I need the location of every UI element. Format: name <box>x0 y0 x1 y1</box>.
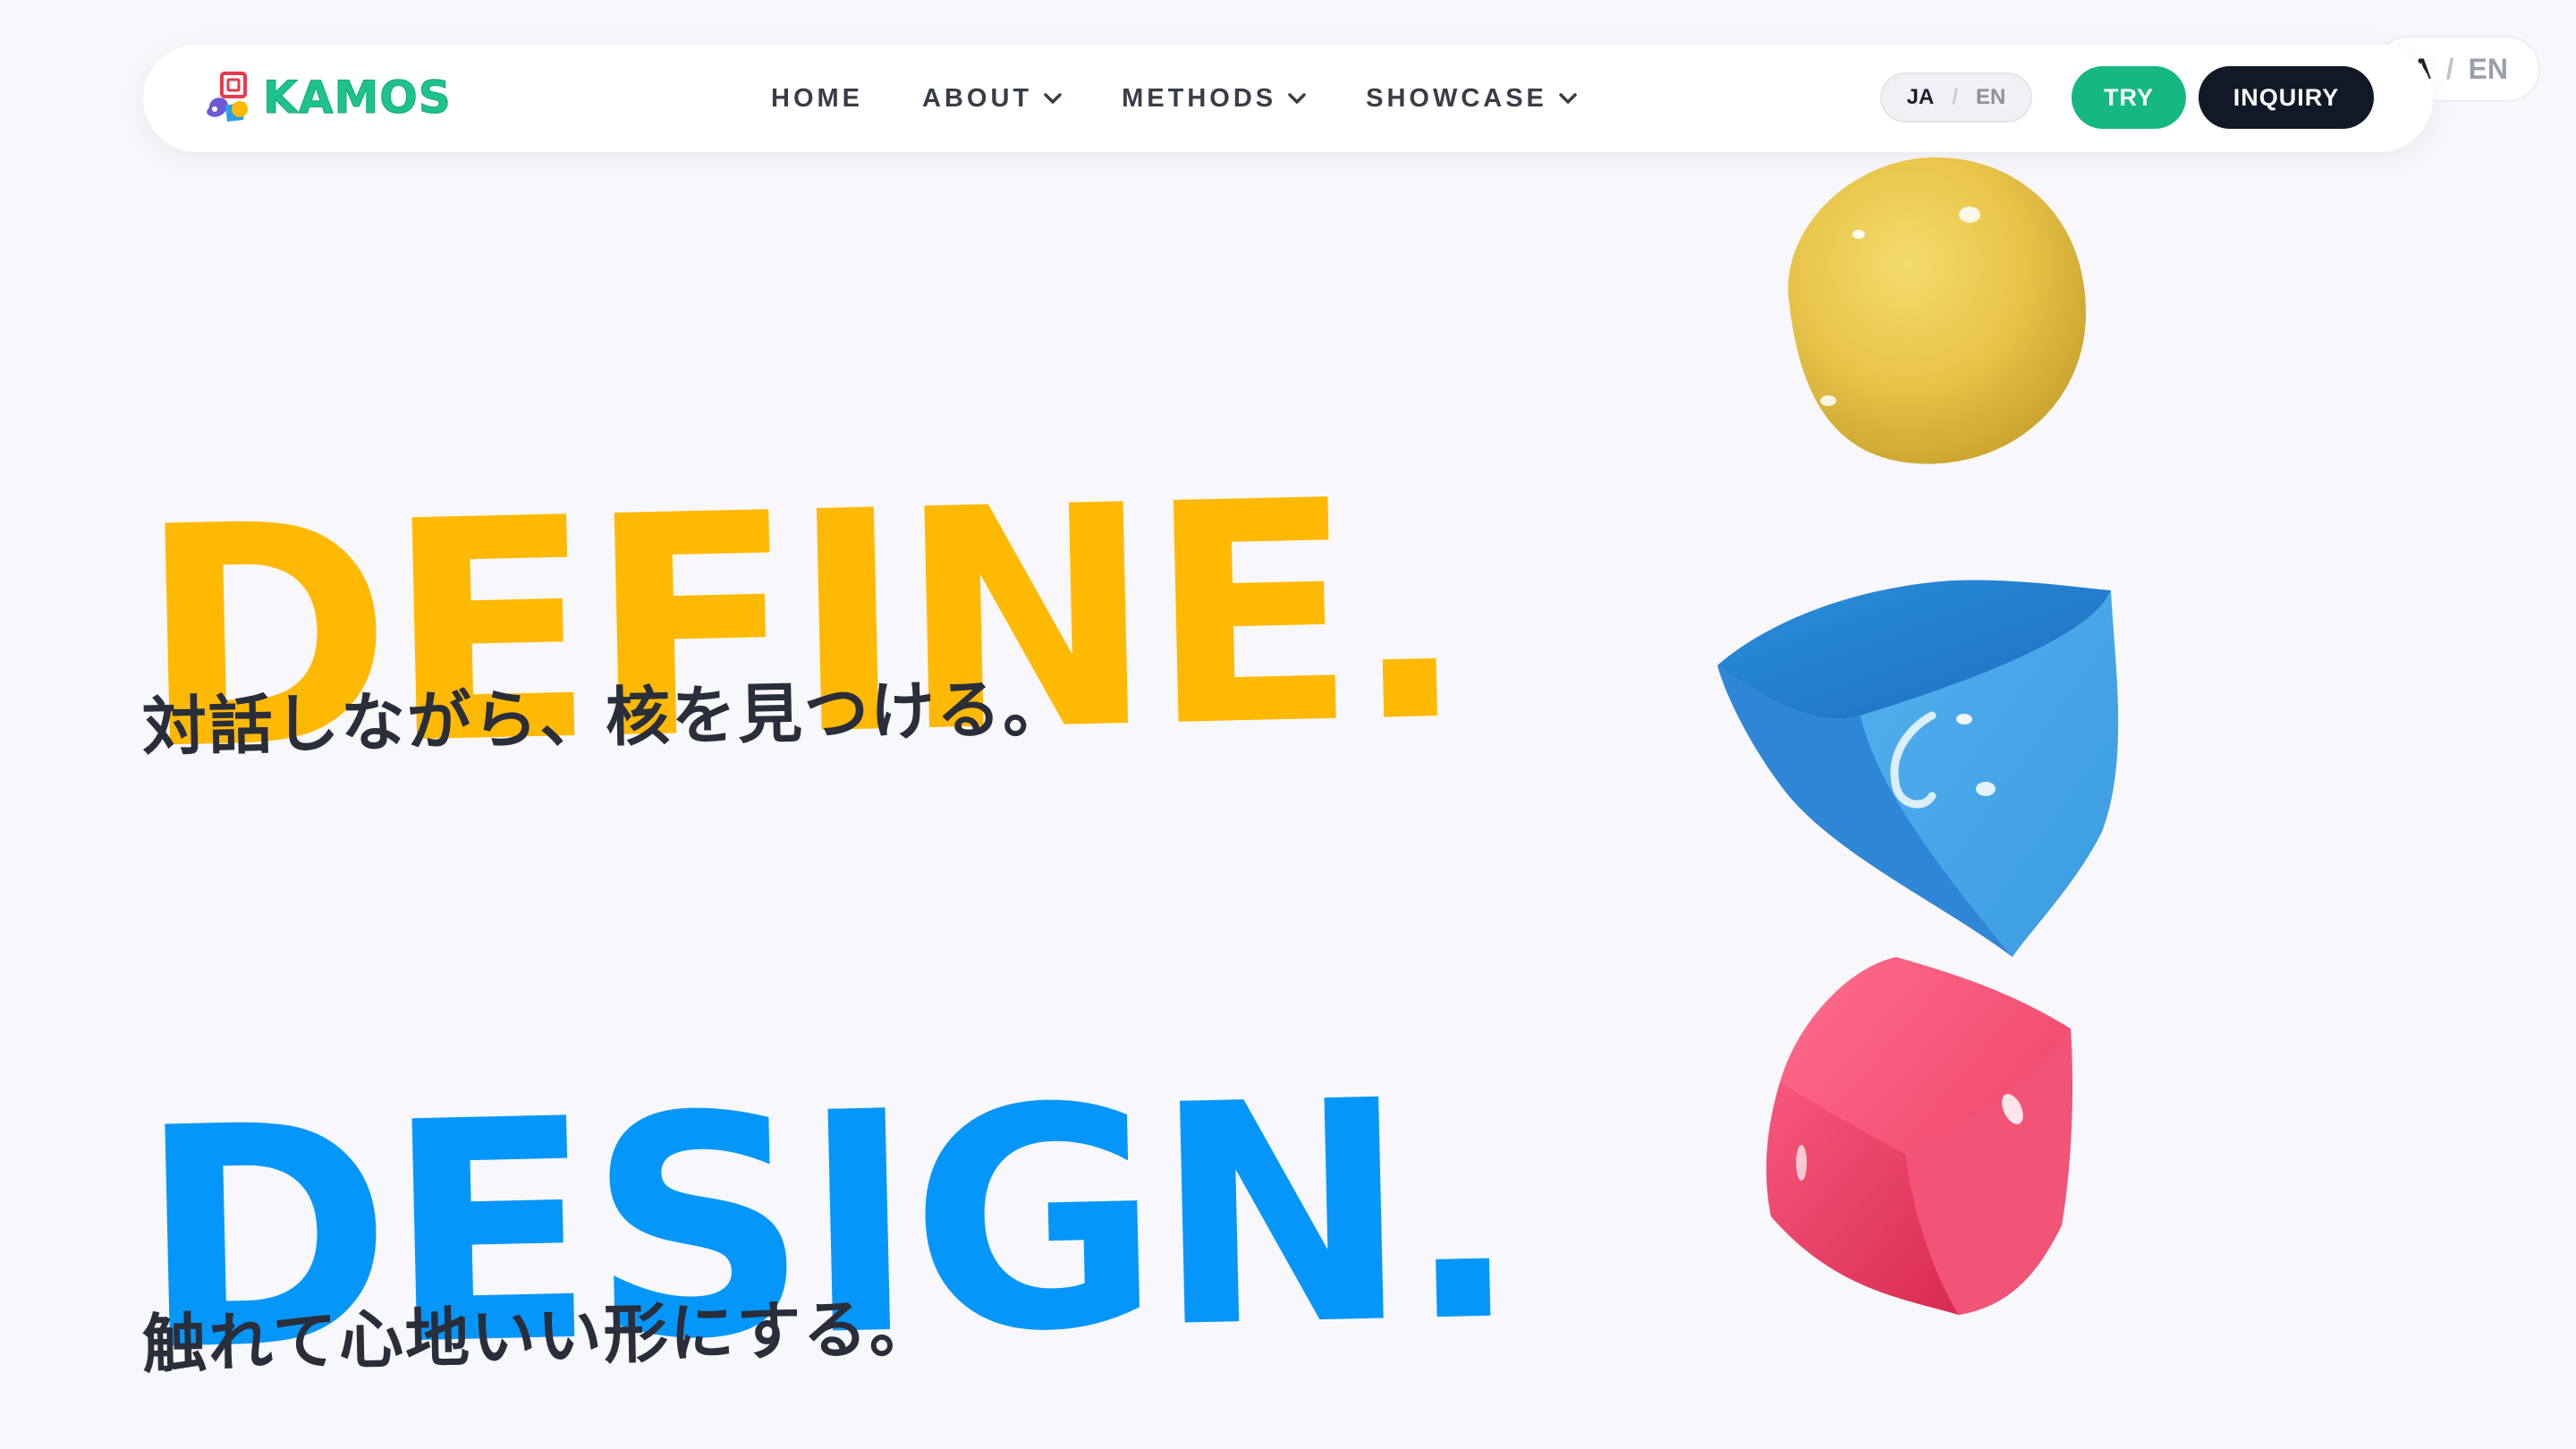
yellow-blob-shape <box>1788 157 2087 464</box>
lang-separator: / <box>1952 85 1958 109</box>
chevron-down-icon <box>1044 93 1062 104</box>
floating-lang-en[interactable]: EN <box>2469 53 2508 86</box>
main-nav: HOME ABOUT METHODS SHOWCASE <box>771 45 1637 152</box>
nav-showcase[interactable]: SHOWCASE <box>1366 84 1578 114</box>
try-button[interactable]: TRY <box>2072 66 2186 129</box>
nav-home[interactable]: HOME <box>771 84 863 114</box>
pink-cube-shape <box>1766 957 2072 1315</box>
floating-lang-separator: / <box>2445 52 2454 85</box>
lang-ja[interactable]: JA <box>1907 85 1935 110</box>
site-logo[interactable]: KAMOS <box>200 70 452 125</box>
nav-showcase-label: SHOWCASE <box>1366 83 1547 113</box>
design-subtitle: 触れて心地いい形にする。 <box>141 1290 936 1383</box>
kamos-logo-icon <box>207 72 248 122</box>
blue-cube-shape <box>1717 580 2119 957</box>
language-toggle[interactable]: JA / EN <box>1880 72 2032 123</box>
top-navbar: KAMOS HOME ABOUT METHODS SHOWCASE JA / E… <box>143 45 2433 152</box>
inquiry-button[interactable]: INQUIRY <box>2199 66 2374 129</box>
nav-methods-label: METHODS <box>1122 83 1277 113</box>
nav-about-label: ABOUT <box>922 83 1033 113</box>
nav-methods[interactable]: METHODS <box>1122 84 1307 114</box>
logo-wordmark: KAMOS <box>263 72 452 124</box>
chevron-down-icon <box>1559 93 1577 104</box>
define-subtitle: 対話しながら、核を見つける。 <box>141 670 1070 766</box>
nav-about[interactable]: ABOUT <box>922 84 1063 114</box>
nav-home-label: HOME <box>771 83 863 113</box>
lang-en[interactable]: EN <box>1976 85 2005 110</box>
chevron-down-icon <box>1288 93 1306 104</box>
